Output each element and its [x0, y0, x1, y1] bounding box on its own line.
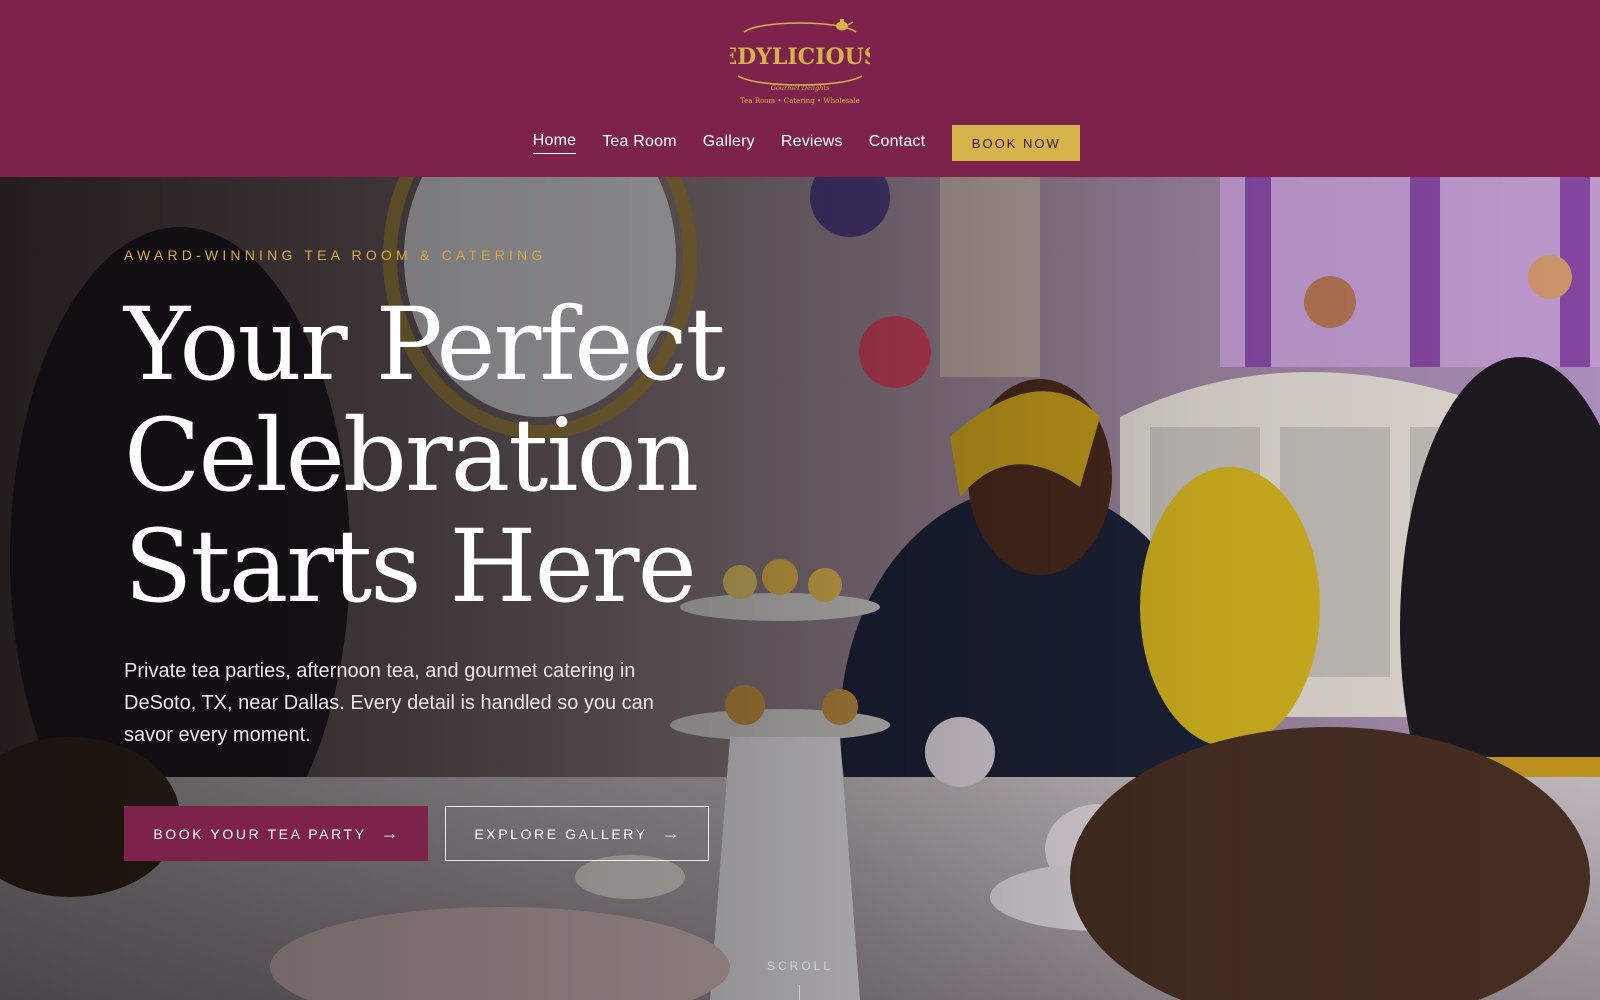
hero-eyebrow: AWARD-WINNING TEA ROOM & CATERING	[124, 247, 547, 263]
main-nav: Home Tea Room Gallery Reviews Contact BO…	[0, 125, 1600, 161]
headline-line-2: Celebration	[124, 397, 699, 514]
explore-gallery-button[interactable]: EXPLORE GALLERY →	[445, 806, 709, 861]
nav-contact[interactable]: Contact	[869, 133, 926, 154]
nav-reviews[interactable]: Reviews	[781, 133, 843, 154]
hero-headline: Your Perfect Celebration Starts Here	[124, 289, 764, 622]
brand-services: Tea Room • Catering • Wholesale	[740, 97, 860, 105]
explore-gallery-label: EXPLORE GALLERY	[474, 825, 648, 842]
headline-line-1: Your Perfect	[124, 286, 726, 403]
arrow-right-icon: →	[380, 823, 399, 843]
nav-tea-room[interactable]: Tea Room	[602, 133, 677, 154]
book-tea-party-button[interactable]: BOOK YOUR TEA PARTY →	[124, 806, 428, 861]
brand-logo[interactable]: EDYLICIOUS Gourmet Delights Tea Room • C…	[730, 14, 870, 110]
nav-home[interactable]: Home	[532, 132, 577, 154]
brand-name: EDYLICIOUS	[730, 44, 870, 70]
brand-tagline: Gourmet Delights	[771, 84, 830, 92]
hero-subtext: Private tea parties, afternoon tea, and …	[124, 660, 654, 746]
book-now-button[interactable]: BOOK NOW	[952, 125, 1081, 161]
book-tea-party-label: BOOK YOUR TEA PARTY	[153, 825, 367, 842]
site-header: EDYLICIOUS Gourmet Delights Tea Room • C…	[0, 0, 1600, 177]
arrow-right-icon: →	[661, 823, 680, 843]
scroll-line	[799, 985, 800, 1000]
scroll-indicator[interactable]: SCROLL	[700, 959, 900, 973]
hero-section: AWARD-WINNING TEA ROOM & CATERING Your P…	[0, 177, 1600, 1000]
nav-gallery[interactable]: Gallery	[703, 133, 755, 154]
headline-line-3: Starts Here	[124, 508, 697, 625]
